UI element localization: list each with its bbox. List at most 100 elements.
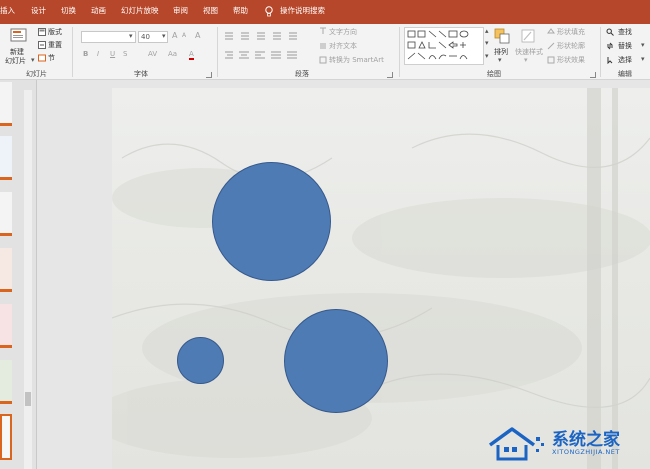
shape-outline-icon <box>547 42 555 50</box>
slide-thumbnail[interactable] <box>0 360 12 404</box>
shapes-gallery[interactable] <box>404 27 484 65</box>
quick-styles-icon <box>521 29 535 43</box>
italic-button[interactable]: I <box>97 50 99 58</box>
tab-animations[interactable]: 动画 <box>91 5 106 16</box>
shapes-scroll-down-icon[interactable]: ▾ <box>485 39 489 47</box>
editing-group: 查找 替换 ▾ 选择 ▾ 编辑 <box>603 24 650 80</box>
slides-group: 新建 幻灯片 ▾ 版式 重置 节 幻灯片 <box>0 24 72 80</box>
ribbon-separator <box>600 27 601 77</box>
ribbon-separator <box>72 27 73 77</box>
smartart-icon <box>319 56 327 64</box>
new-slide-dropdown-icon[interactable]: ▾ <box>31 56 35 64</box>
site-watermark: 系统之家 XITONGZHIJIA.NET <box>484 423 644 465</box>
change-case-button[interactable]: Aa <box>168 50 177 58</box>
reset-icon <box>38 41 46 49</box>
find-icon <box>606 28 614 36</box>
align-text-button[interactable]: 对齐文本 <box>329 41 357 51</box>
menu-bar: 插入 设计 切换 动画 幻灯片放映 审阅 视图 帮助 操作说明搜索 <box>0 0 650 24</box>
ribbon: 新建 幻灯片 ▾ 版式 重置 节 幻灯片 ▾ 40 ▾ A A A B I U … <box>0 24 650 80</box>
font-color-button[interactable]: A <box>189 50 194 60</box>
font-size-value: 40 <box>141 33 150 41</box>
section-button[interactable]: 节 <box>48 53 55 63</box>
watermark-title: 系统之家 <box>552 430 620 450</box>
arrange-dropdown-icon[interactable]: ▾ <box>498 56 502 64</box>
text-direction-icon <box>320 27 326 34</box>
replace-button[interactable]: 替换 <box>618 41 632 51</box>
font-name-combobox[interactable] <box>81 31 136 43</box>
reset-button[interactable]: 重置 <box>48 40 62 50</box>
layout-button[interactable]: 版式 <box>48 27 62 37</box>
shape-outline-button[interactable]: 形状轮廓 <box>557 41 585 51</box>
paragraph-group: 文字方向 对齐文本 转换为 SmartArt 段落 <box>219 24 397 80</box>
ribbon-separator <box>399 27 400 77</box>
paragraph-format-icons <box>225 32 297 59</box>
underline-button[interactable]: U <box>110 50 115 58</box>
clear-format-button[interactable]: A <box>195 31 200 40</box>
tab-insert[interactable]: 插入 <box>0 5 15 16</box>
new-slide-label-line2[interactable]: 幻灯片 <box>5 56 26 66</box>
tab-help[interactable]: 帮助 <box>233 5 248 16</box>
shape-effects-icon <box>547 56 555 64</box>
section-icon <box>38 54 46 62</box>
slide-thumbnail[interactable] <box>0 192 12 236</box>
circle-shape-large[interactable] <box>212 162 331 281</box>
paragraph-dialog-launcher-icon[interactable] <box>387 72 393 78</box>
shapes-gallery-icons <box>407 30 469 60</box>
shapes-more-icon[interactable]: ▾ <box>485 52 489 60</box>
font-dialog-launcher-icon[interactable] <box>206 72 212 78</box>
char-spacing-button[interactable]: AV <box>148 50 157 58</box>
drawing-group-label: 绘图 <box>487 70 501 78</box>
font-name-dropdown-icon[interactable]: ▾ <box>129 32 133 40</box>
tab-view[interactable]: 视图 <box>203 5 218 16</box>
background-landscape-image <box>112 88 650 469</box>
select-button[interactable]: 选择 <box>618 55 632 65</box>
align-text-icon <box>320 43 326 49</box>
slide-thumbnail[interactable] <box>0 248 12 292</box>
font-group-label: 字体 <box>134 70 148 78</box>
lightbulb-icon <box>265 6 273 17</box>
drawing-group: ▴ ▾ ▾ 排列 ▾ 快速样式 ▾ 形状填充 形状轮廓 形状效果 绘图 <box>401 24 597 80</box>
watermark-url: XITONGZHIJIA.NET <box>552 448 620 456</box>
drawing-dialog-launcher-icon[interactable] <box>590 72 596 78</box>
bold-button[interactable]: B <box>83 50 88 58</box>
grow-font-button[interactable]: A <box>172 31 177 40</box>
slide-thumbnail[interactable] <box>0 82 12 126</box>
editing-group-label: 编辑 <box>618 70 632 78</box>
circle-shape-small[interactable] <box>177 337 224 384</box>
slides-group-label: 幻灯片 <box>26 70 47 78</box>
slide-thumbnail-active[interactable] <box>0 414 12 460</box>
tab-design[interactable]: 设计 <box>31 5 46 16</box>
arrange-icon <box>494 28 510 44</box>
house-logo-icon <box>488 427 544 461</box>
shrink-font-button[interactable]: A <box>182 32 186 39</box>
tab-review[interactable]: 审阅 <box>173 5 188 16</box>
replace-icon <box>606 42 614 50</box>
tab-slideshow[interactable]: 幻灯片放映 <box>121 5 159 16</box>
shape-effects-button[interactable]: 形状效果 <box>557 55 585 65</box>
tab-transitions[interactable]: 切换 <box>61 5 76 16</box>
quick-styles-button[interactable]: 快速样式 <box>515 47 543 57</box>
slide-thumbnail[interactable] <box>0 136 12 180</box>
quick-styles-dropdown-icon[interactable]: ▾ <box>524 56 528 64</box>
circle-shape-medium[interactable] <box>284 309 388 413</box>
shapes-scroll-up-icon[interactable]: ▴ <box>485 27 489 35</box>
slide-editing-area <box>37 80 650 469</box>
paragraph-group-label: 段落 <box>295 70 309 78</box>
find-button[interactable]: 查找 <box>618 27 632 37</box>
font-size-dropdown-icon[interactable]: ▾ <box>162 32 166 40</box>
shadow-button[interactable]: S <box>123 50 127 58</box>
tell-me-search[interactable]: 操作说明搜索 <box>280 5 325 16</box>
ribbon-separator <box>217 27 218 77</box>
convert-smartart-button[interactable]: 转换为 SmartArt <box>329 55 384 65</box>
slide-canvas[interactable] <box>112 88 650 469</box>
thumbnail-scrollbar[interactable] <box>24 90 32 469</box>
thumbnail-scroll-thumb[interactable] <box>25 392 31 406</box>
select-dropdown-icon[interactable]: ▾ <box>641 55 645 63</box>
slide-thumbnail[interactable] <box>0 304 12 348</box>
select-icon <box>607 57 613 64</box>
shape-fill-icon <box>547 28 555 34</box>
text-direction-button[interactable]: 文字方向 <box>329 27 357 37</box>
new-slide-icon <box>10 28 27 42</box>
replace-dropdown-icon[interactable]: ▾ <box>641 41 645 49</box>
shape-fill-button[interactable]: 形状填充 <box>557 27 585 37</box>
